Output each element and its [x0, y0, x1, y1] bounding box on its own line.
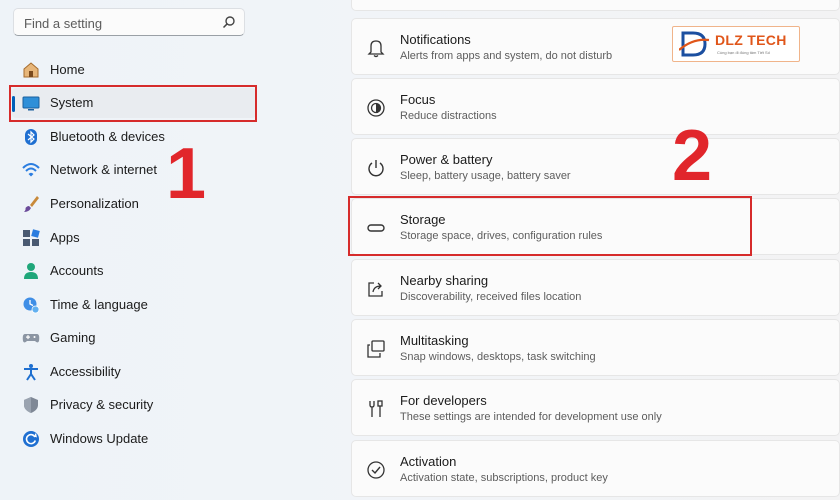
update-icon — [23, 431, 39, 447]
setting-title: Power & battery — [400, 152, 493, 167]
sidebar-item-bluetooth[interactable]: Bluetooth & devices — [12, 122, 256, 152]
sidebar-item-gaming[interactable]: Gaming — [12, 323, 256, 353]
setting-activation[interactable]: Activation Activation state, subscriptio… — [351, 440, 840, 497]
setting-subtitle: Sleep, battery usage, battery saver — [400, 170, 571, 182]
accessibility-icon — [24, 364, 38, 381]
setting-subtitle: Activation state, subscriptions, product… — [400, 472, 608, 484]
setting-title: Multitasking — [400, 333, 469, 348]
sidebar-item-label: Gaming — [50, 330, 96, 345]
sidebar-item-label: Time & language — [50, 297, 148, 312]
person-icon — [24, 263, 38, 279]
home-icon — [23, 62, 39, 78]
sidebar-item-privacy-security[interactable]: Privacy & security — [12, 390, 256, 420]
setting-subtitle: Reduce distractions — [400, 110, 497, 122]
setting-focus[interactable]: Focus Reduce distractions — [351, 78, 840, 135]
highlight-box-system — [9, 85, 257, 122]
dlz-tech-logo: DLZ TECH Cùng bạn đi đúng tâm Tiết Số — [672, 26, 800, 62]
sidebar-item-label: Bluetooth & devices — [50, 129, 165, 144]
setting-for-developers[interactable]: For developers These settings are intend… — [351, 379, 840, 436]
power-icon — [368, 160, 384, 177]
brush-icon — [24, 196, 39, 212]
card-top-partial — [351, 0, 840, 11]
sidebar-item-label: Home — [50, 62, 85, 77]
sidebar-item-label: Accounts — [50, 263, 104, 278]
search-input[interactable] — [22, 13, 226, 33]
sidebar-item-label: Accessibility — [50, 364, 121, 379]
sidebar: Home System Bluetooth & devices Network … — [0, 0, 340, 500]
setting-subtitle: Alerts from apps and system, do not dist… — [400, 50, 613, 62]
dlz-logo-mark-icon — [679, 31, 710, 57]
search-box[interactable] — [13, 8, 245, 36]
step-2-label: 2 — [672, 116, 713, 196]
sidebar-item-label: Privacy & security — [50, 397, 154, 412]
share-icon — [368, 282, 383, 297]
wifi-icon — [22, 163, 40, 177]
setting-nearby-sharing[interactable]: Nearby sharing Discoverability, received… — [351, 259, 840, 316]
clock-globe-icon — [23, 297, 40, 314]
check-circle-icon — [367, 461, 385, 479]
gamepad-icon — [22, 334, 40, 343]
sidebar-item-time-language[interactable]: Time & language — [12, 290, 256, 320]
bell-icon — [367, 40, 385, 58]
setting-title: Activation — [400, 454, 457, 469]
sidebar-item-label: Personalization — [50, 196, 139, 211]
sidebar-item-home[interactable]: Home — [12, 55, 256, 85]
setting-subtitle: These settings are intended for developm… — [400, 411, 662, 423]
setting-multitasking[interactable]: Multitasking Snap windows, desktops, tas… — [351, 319, 840, 376]
bluetooth-icon — [25, 129, 37, 145]
sidebar-item-accessibility[interactable]: Accessibility — [12, 357, 256, 387]
search-icon[interactable] — [222, 15, 236, 29]
sidebar-item-label: Windows Update — [50, 431, 149, 446]
shield-icon — [24, 397, 38, 413]
sidebar-item-label: Network & internet — [50, 162, 157, 177]
apps-icon — [23, 229, 40, 246]
sidebar-item-network[interactable]: Network & internet — [12, 155, 256, 185]
setting-title: Notifications — [400, 32, 471, 47]
setting-title: For developers — [400, 393, 487, 408]
setting-subtitle: Snap windows, desktops, task switching — [400, 351, 596, 363]
logo-text: DLZ TECH — [715, 32, 787, 48]
setting-title: Focus — [400, 92, 436, 107]
setting-subtitle: Discoverability, received files location — [400, 291, 582, 303]
logo-tagline: Cùng bạn đi đúng tâm Tiết Số — [717, 50, 770, 55]
sidebar-item-label: Apps — [50, 230, 80, 245]
step-1-label: 1 — [166, 134, 207, 214]
sidebar-item-windows-update[interactable]: Windows Update — [12, 424, 256, 454]
setting-power-battery[interactable]: Power & battery Sleep, battery usage, ba… — [351, 138, 840, 195]
sidebar-item-personalization[interactable]: Personalization — [12, 189, 256, 219]
sidebar-item-accounts[interactable]: Accounts — [12, 256, 256, 286]
focus-icon — [367, 99, 385, 117]
setting-title: Nearby sharing — [400, 273, 489, 288]
multitask-icon — [367, 340, 385, 358]
sidebar-item-apps[interactable]: Apps — [12, 223, 256, 253]
tools-icon — [369, 400, 383, 417]
highlight-box-storage — [348, 196, 752, 256]
